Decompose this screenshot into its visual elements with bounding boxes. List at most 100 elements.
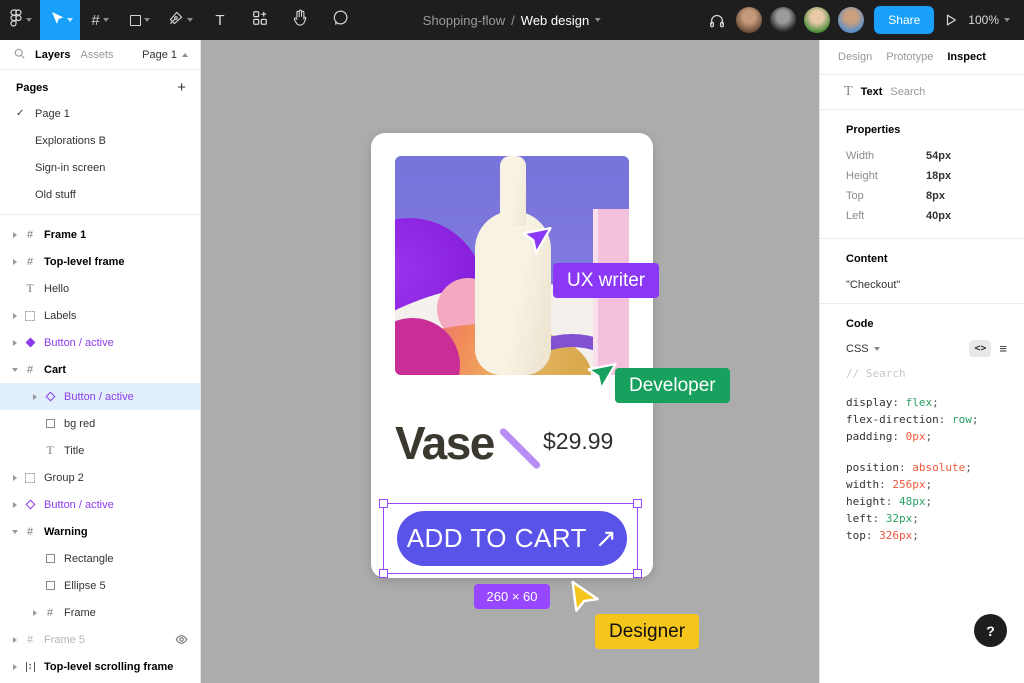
toolbar: # T Shopping-flow / Web design Share 100…: [0, 0, 1024, 40]
property-row: Top 8px: [846, 186, 1008, 206]
code-line: position: absolute;: [846, 461, 972, 474]
shape-tool-button[interactable]: [120, 0, 160, 40]
code-header: Code: [846, 318, 874, 330]
tab-layers[interactable]: Layers: [35, 49, 70, 61]
page-item[interactable]: Explorations B: [0, 127, 200, 154]
tab-assets[interactable]: Assets: [80, 49, 113, 61]
text-tool-button[interactable]: T: [200, 0, 240, 40]
zoom-level-control[interactable]: 100%: [968, 13, 1010, 27]
layer-row[interactable]: ↕ Top-level scrolling frame: [0, 653, 200, 680]
selected-object-row: T Text Search: [820, 75, 1024, 110]
avatar-3[interactable]: [804, 7, 831, 33]
css-value: row: [951, 413, 972, 426]
expand-caret-icon[interactable]: [13, 501, 17, 508]
chevron-down-icon: [102, 18, 109, 22]
layer-row[interactable]: Button / active: [0, 329, 200, 356]
pen-tool-button[interactable]: [160, 0, 200, 40]
layer-name: Frame: [64, 606, 96, 619]
frame-icon: #: [26, 228, 34, 241]
selection-box[interactable]: [379, 499, 642, 578]
expand-caret-icon[interactable]: [12, 367, 18, 372]
code-search-input[interactable]: // Search: [846, 367, 1008, 380]
chevron-down-icon: [25, 18, 32, 22]
expand-caret-icon[interactable]: [13, 663, 17, 670]
frame-tool-button[interactable]: #: [80, 0, 120, 40]
expand-caret-icon[interactable]: [13, 312, 17, 319]
help-button[interactable]: ?: [974, 614, 1007, 647]
layer-row[interactable]: Labels: [0, 302, 200, 329]
selection-handle-bottom-right[interactable]: [633, 569, 642, 578]
property-value: 54px: [926, 150, 952, 162]
selection-handle-bottom-left[interactable]: [379, 569, 388, 578]
page-item[interactable]: Old stuff: [0, 181, 200, 208]
layer-row[interactable]: # Frame 1: [0, 221, 200, 248]
current-page-check-icon: ✓: [16, 108, 25, 119]
selection-handle-top-right[interactable]: [633, 499, 642, 508]
comment-tool-button[interactable]: [320, 0, 360, 40]
page-item[interactable]: Sign-in screen: [0, 154, 200, 181]
main-menu-button[interactable]: [0, 0, 40, 40]
selected-object-name: Search: [890, 86, 926, 98]
code-line: left: 32px;: [846, 512, 919, 525]
frame-icon: #: [26, 255, 34, 268]
chevron-down-icon: [595, 18, 602, 22]
code-list-toggle[interactable]: ≡: [999, 341, 1008, 356]
share-button[interactable]: Share: [874, 6, 935, 34]
code-language-select[interactable]: CSS: [846, 343, 880, 355]
expand-caret-icon[interactable]: [33, 393, 37, 400]
layer-row[interactable]: # Cart: [0, 356, 200, 383]
expand-caret-icon[interactable]: [33, 609, 37, 616]
layer-row[interactable]: T Hello: [0, 275, 200, 302]
code-view-toggle[interactable]: <>: [969, 340, 992, 357]
product-price: $29.99: [543, 428, 614, 454]
expand-caret-icon[interactable]: [12, 529, 18, 534]
layer-row[interactable]: Group 2: [0, 464, 200, 491]
page-selector[interactable]: Page 1: [142, 49, 188, 61]
comment-bubble-icon: [332, 9, 349, 31]
layer-name: Frame 1: [44, 228, 87, 241]
layer-row[interactable]: bg red: [0, 410, 200, 437]
layer-row[interactable]: Button / active: [0, 383, 200, 410]
expand-caret-icon[interactable]: [13, 636, 17, 643]
tab-design[interactable]: Design: [838, 51, 872, 63]
layer-row[interactable]: Ellipse 5: [0, 572, 200, 599]
page-item-label: Sign-in screen: [35, 161, 106, 174]
move-tool-button[interactable]: [40, 0, 80, 40]
layer-name: Top-level frame: [44, 255, 125, 268]
layer-row[interactable]: Button / active: [0, 491, 200, 518]
expand-caret-icon[interactable]: [13, 258, 17, 265]
left-panel-header: Layers Assets Page 1: [0, 40, 200, 70]
price-slash-decoration: [498, 426, 542, 471]
expand-caret-icon[interactable]: [13, 231, 17, 238]
css-property: padding: [846, 430, 893, 443]
avatar-4[interactable]: [838, 7, 865, 33]
expand-caret-icon[interactable]: [13, 339, 17, 346]
audio-headphones-button[interactable]: [708, 11, 726, 29]
present-play-button[interactable]: [944, 13, 958, 27]
layer-name: Rectangle: [64, 552, 114, 565]
page-item[interactable]: ✓ Page 1: [0, 100, 200, 127]
rectangle-icon: [42, 581, 58, 590]
layer-row[interactable]: T Title: [0, 437, 200, 464]
selection-handle-top-left[interactable]: [379, 499, 388, 508]
tab-prototype[interactable]: Prototype: [886, 51, 933, 63]
hand-tool-button[interactable]: [280, 0, 320, 40]
css-value: 256px: [892, 478, 926, 491]
expand-caret-icon[interactable]: [13, 474, 17, 481]
avatar-2[interactable]: [770, 7, 797, 33]
add-page-button[interactable]: +: [177, 80, 186, 95]
layer-row[interactable]: # Warning: [0, 518, 200, 545]
tab-inspect[interactable]: Inspect: [947, 51, 986, 63]
resources-tool-button[interactable]: [240, 0, 280, 40]
code-line: top: 326px;: [846, 529, 919, 542]
file-title[interactable]: Shopping-flow / Web design: [423, 0, 602, 40]
avatar-1[interactable]: [736, 7, 763, 33]
layer-row[interactable]: # Frame 5: [0, 626, 200, 653]
canvas[interactable]: Vase $29.99 ADD TO CART ↗ 260 × 60 UX wr…: [201, 40, 819, 683]
layer-row[interactable]: # Frame: [0, 599, 200, 626]
layer-row[interactable]: # Top-level frame: [0, 248, 200, 275]
layer-row[interactable]: Rectangle: [0, 545, 200, 572]
visibility-eye-icon[interactable]: [175, 633, 188, 646]
code-line: flex-direction: row;: [846, 413, 979, 426]
search-icon[interactable]: [14, 48, 25, 62]
